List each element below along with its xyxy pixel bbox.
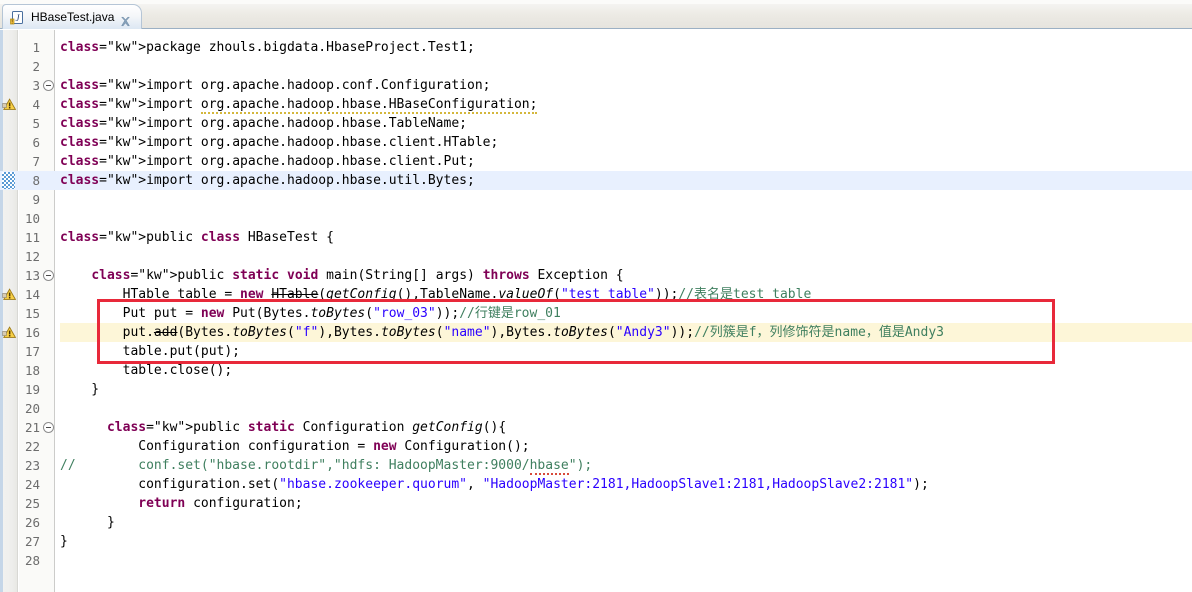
line-number: 14 — [24, 287, 40, 302]
line-number: 2 — [32, 59, 40, 74]
line-number: 7 — [32, 154, 40, 169]
line-number: 16 — [24, 325, 40, 340]
line-number: 11 — [24, 230, 40, 245]
code-line-20[interactable]: 20 — [0, 399, 1192, 418]
code-line-13[interactable]: 13 class="kw">public static void main(St… — [0, 266, 1192, 285]
editor-tab-bar: J ! HBaseTest.java — [0, 0, 1192, 29]
code-line-21[interactable]: 21 class="kw">public static Configuratio… — [0, 418, 1192, 437]
close-icon[interactable] — [120, 12, 131, 26]
code-line-1[interactable]: 1 class="kw">package zhouls.bigdata.Hbase… — [0, 38, 1192, 57]
line-number: 22 — [24, 439, 40, 454]
code-line-3[interactable]: 3 class="kw">import org.apache.hadoop.con… — [0, 76, 1192, 95]
code-text[interactable]: class="kw">import org.apache.hadoop.hbas… — [60, 114, 1192, 133]
code-line-19[interactable]: 19 } — [0, 380, 1192, 399]
code-text[interactable]: class="kw">import org.apache.hadoop.conf… — [60, 76, 1192, 95]
code-text[interactable]: class="kw">import org.apache.hadoop.hbas… — [60, 133, 1192, 152]
editor-tab-hbasetest-java[interactable]: J ! HBaseTest.java — [2, 4, 143, 29]
line-number: 27 — [24, 534, 40, 549]
code-text[interactable]: table.close(); — [60, 361, 1192, 380]
code-line-12[interactable]: 12 — [0, 247, 1192, 266]
code-line-18[interactable]: 18 table.close(); — [0, 361, 1192, 380]
code-line-2[interactable]: 2 — [0, 57, 1192, 76]
code-text[interactable]: class="kw">public static void main(Strin… — [60, 266, 1192, 285]
editor-tab-label: HBaseTest.java — [31, 10, 115, 24]
svg-text:!: ! — [11, 19, 13, 25]
line-number: 15 — [24, 306, 40, 321]
code-line-17[interactable]: 17 table.put(put); — [0, 342, 1192, 361]
code-line-26[interactable]: 26 } — [0, 513, 1192, 532]
code-text[interactable]: class="kw">import org.apache.hadoop.hbas… — [60, 95, 1192, 114]
code-text[interactable]: class="kw">public class HBaseTest { — [60, 228, 1192, 247]
code-text[interactable]: } — [60, 513, 1192, 532]
line-number: 18 — [24, 363, 40, 378]
line-number: 6 — [32, 135, 40, 150]
code-line-15[interactable]: 15 Put put = new Put(Bytes.toBytes("row_… — [0, 304, 1192, 323]
code-text[interactable]: class="kw">import org.apache.hadoop.hbas… — [60, 171, 1192, 190]
code-text[interactable]: return configuration; — [60, 494, 1192, 513]
line-number: 5 — [32, 116, 40, 131]
line-number: 24 — [24, 477, 40, 492]
code-line-8[interactable]: 8 class="kw">import org.apache.hadoop.hba… — [0, 171, 1192, 190]
code-line-6[interactable]: 6 class="kw">import org.apache.hadoop.hba… — [0, 133, 1192, 152]
code-line-11[interactable]: 11 class="kw">public class HBaseTest { — [0, 228, 1192, 247]
code-text[interactable]: class="kw">package zhouls.bigdata.HbaseP… — [60, 38, 1192, 57]
fold-toggle-icon[interactable] — [43, 270, 54, 281]
line-number: 17 — [24, 344, 40, 359]
line-number: 19 — [24, 382, 40, 397]
line-number: 9 — [32, 192, 40, 207]
java-file-icon: J ! — [10, 10, 25, 25]
line-number: 3 — [32, 78, 40, 93]
code-line-9[interactable]: 9 — [0, 190, 1192, 209]
code-line-23[interactable]: 23 // conf.set("hbase.rootdir","hdfs: Had… — [0, 456, 1192, 475]
fold-toggle-icon[interactable] — [43, 422, 54, 433]
code-line-7[interactable]: 7 class="kw">import org.apache.hadoop.hba… — [0, 152, 1192, 171]
code-text[interactable]: // conf.set("hbase.rootdir","hdfs: Hadoo… — [60, 456, 1192, 475]
code-line-4[interactable]: 4 class="kw">import org.apache.hadoop.hba… — [0, 95, 1192, 114]
code-text[interactable]: configuration.set("hbase.zookeeper.quoru… — [60, 475, 1192, 494]
line-number: 13 — [24, 268, 40, 283]
code-line-14[interactable]: 14 HTable table = new HTable(getConfig()… — [0, 285, 1192, 304]
code-text[interactable]: table.put(put); — [60, 342, 1192, 361]
fold-toggle-icon[interactable] — [43, 80, 54, 91]
line-number: 28 — [24, 553, 40, 568]
code-line-10[interactable]: 10 — [0, 209, 1192, 228]
code-line-24[interactable]: 24 configuration.set("hbase.zookeeper.qu… — [0, 475, 1192, 494]
code-text[interactable]: Configuration configuration = new Config… — [60, 437, 1192, 456]
code-lines-container: 1 class="kw">package zhouls.bigdata.Hbase… — [0, 30, 1192, 592]
line-number: 21 — [24, 420, 40, 435]
line-number: 1 — [32, 40, 40, 55]
code-text[interactable]: Put put = new Put(Bytes.toBytes("row_03"… — [60, 304, 1192, 323]
line-number: 4 — [32, 97, 40, 112]
code-line-22[interactable]: 22 Configuration configuration = new Con… — [0, 437, 1192, 456]
code-line-28[interactable]: 28 — [0, 551, 1192, 570]
code-line-16[interactable]: 16 put.add(Bytes.toBytes("f"),Bytes.toBy… — [0, 323, 1192, 342]
eclipse-java-editor-window: J ! HBaseTest.java 1 class="kw">package z… — [0, 0, 1192, 592]
code-line-25[interactable]: 25 return configuration; — [0, 494, 1192, 513]
line-number: 8 — [32, 173, 40, 188]
line-number: 10 — [24, 211, 40, 226]
line-number: 23 — [24, 458, 40, 473]
code-text[interactable]: class="kw">public static Configuration g… — [60, 418, 1192, 437]
line-number: 12 — [24, 249, 40, 264]
line-number: 26 — [24, 515, 40, 530]
code-text[interactable]: HTable table = new HTable(getConfig(),Ta… — [60, 285, 1192, 304]
code-line-5[interactable]: 5 class="kw">import org.apache.hadoop.hba… — [0, 114, 1192, 133]
code-text[interactable]: } — [60, 380, 1192, 399]
code-text[interactable]: } — [60, 532, 1192, 551]
code-line-27[interactable]: 27} — [0, 532, 1192, 551]
line-number: 25 — [24, 496, 40, 511]
line-number: 20 — [24, 401, 40, 416]
code-text[interactable]: put.add(Bytes.toBytes("f"),Bytes.toBytes… — [60, 323, 1192, 342]
code-text[interactable]: class="kw">import org.apache.hadoop.hbas… — [60, 152, 1192, 171]
